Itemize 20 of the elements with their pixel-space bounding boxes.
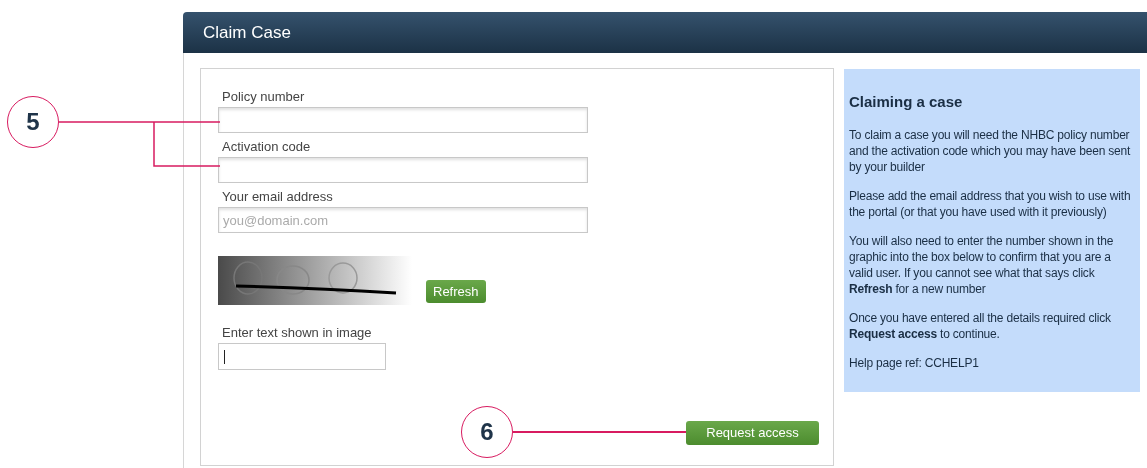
panel-title: Claim Case bbox=[203, 21, 291, 44]
help-paragraph: Please add the email address that you wish to use with the portal (or that you have used with it previously) bbox=[849, 187, 1132, 220]
help-paragraph: Once you have entered all the details required click Request access to continue. bbox=[849, 309, 1112, 342]
callout-number: 5 bbox=[7, 96, 59, 148]
field-label: Enter text shown in image bbox=[221, 324, 373, 342]
refresh-button[interactable]: Refresh bbox=[426, 280, 486, 303]
input-field[interactable] bbox=[218, 343, 386, 370]
callout-number: 6 bbox=[461, 406, 513, 458]
help-paragraph: You will also need to enter the number shown in the graphic into the box below to confirm that you are a valid user. If you cannot see what that says click Refresh for a new number bbox=[849, 232, 1115, 297]
input-field[interactable] bbox=[218, 107, 588, 133]
help-paragraph: To claim a case you will need the NHBC policy number and the activation code which you may have been sent by your builder bbox=[849, 126, 1132, 175]
field-label: Your email address bbox=[221, 188, 334, 206]
field-label: Policy number bbox=[221, 88, 306, 106]
help-title: Claiming a case bbox=[849, 92, 964, 112]
text-cursor bbox=[224, 350, 225, 364]
field-label: Activation code bbox=[221, 138, 312, 156]
help-paragraph: Help page ref: CCHELP1 bbox=[849, 354, 980, 371]
request-access-button[interactable]: Request access bbox=[686, 421, 819, 445]
input-field[interactable] bbox=[218, 157, 588, 183]
input-field[interactable]: you@domain.com bbox=[218, 207, 588, 233]
